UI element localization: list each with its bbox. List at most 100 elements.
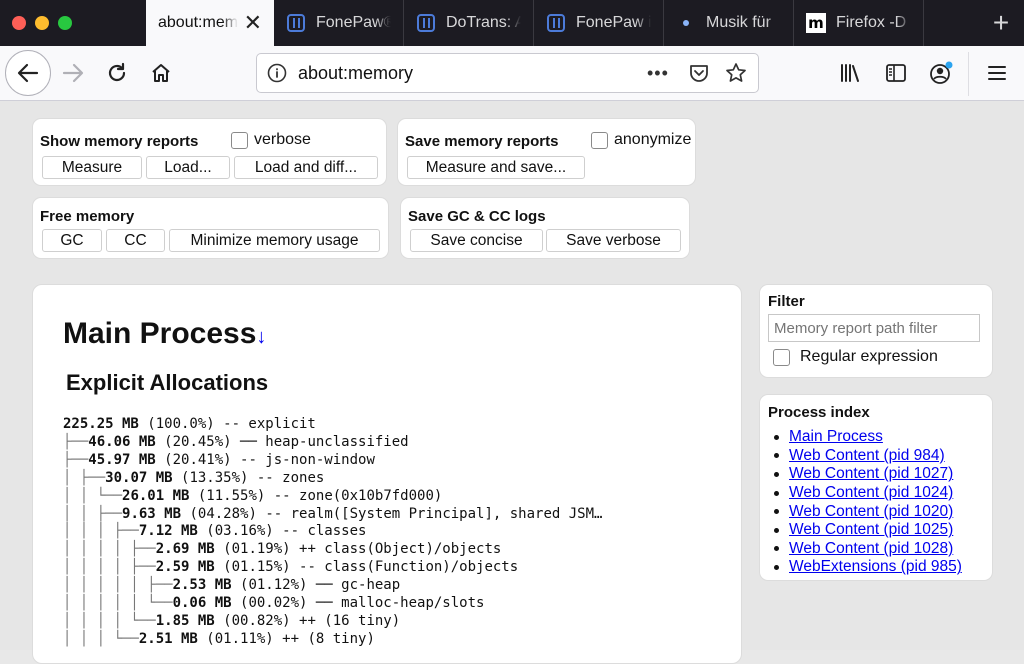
anonymize-checkbox-box[interactable] [591, 131, 608, 149]
tree-connector: │ │ │ └── [63, 630, 139, 647]
cc-button[interactable]: CC [106, 229, 165, 252]
process-link[interactable]: Web Content (pid 984) [789, 447, 945, 465]
account-icon [930, 61, 953, 84]
tree-label: (01.11%) ++ (8 tiny) [197, 630, 375, 647]
tree-row[interactable]: │ │ │ │ │ └──0.06 MB (00.02%) ── malloc-… [63, 594, 484, 612]
tree-connector: │ │ │ ├── [63, 523, 139, 540]
tab-title: DoTrans: A [446, 14, 521, 31]
library-button[interactable] [830, 52, 872, 94]
process-link[interactable]: WebExtensions (pid 985) [789, 558, 962, 576]
home-button[interactable] [140, 52, 182, 94]
gc-button[interactable]: GC [42, 229, 102, 252]
url-text[interactable]: about:memory [298, 63, 413, 84]
new-tab-icon[interactable]: + [978, 0, 1024, 46]
save-verbose-button[interactable]: Save verbose [546, 229, 681, 252]
tree-label: (01.12%) ── gc-heap [231, 577, 401, 594]
tab-musik[interactable]: Musik für [664, 0, 794, 46]
jump-down-arrow-icon[interactable]: ↓ [256, 326, 266, 348]
bookmark-star-icon[interactable] [725, 62, 747, 84]
close-tab-icon[interactable]: ✕ [244, 12, 262, 34]
save-memory-reports-panel: Save memory reports anonymize Measure an… [397, 118, 696, 186]
page-content: Show memory reports verbose Measure Load… [0, 101, 1024, 664]
list-item: Web Content (pid 1027) [774, 465, 962, 484]
filter-input[interactable] [768, 314, 980, 342]
page-actions-icon[interactable]: ••• [647, 63, 669, 84]
tab-fonepaw-2[interactable]: FonePaw i [534, 0, 664, 46]
account-button[interactable] [920, 52, 962, 94]
reload-button[interactable] [96, 52, 138, 94]
regex-checkbox-box[interactable] [773, 348, 790, 366]
list-item: Web Content (pid 984) [774, 447, 962, 466]
tree-label: (20.41%) -- js-non-window [155, 451, 375, 468]
process-link[interactable]: Web Content (pid 1028) [789, 540, 953, 558]
load-button[interactable]: Load... [146, 156, 230, 179]
process-link[interactable]: Web Content (pid 1024) [789, 484, 953, 502]
tree-connector: │ ├── [63, 469, 106, 486]
process-link[interactable]: Main Process [789, 428, 883, 446]
tree-label: (00.82%) ++ (16 tiny) [214, 612, 401, 629]
tab-title: about:memory [158, 14, 238, 31]
process-link[interactable]: Web Content (pid 1025) [789, 521, 953, 539]
menu-button[interactable] [976, 52, 1018, 94]
show-memory-reports-panel: Show memory reports verbose Measure Load… [32, 118, 387, 186]
free-memory-title: Free memory [40, 208, 135, 225]
measure-and-save-button[interactable]: Measure and save... [407, 156, 585, 179]
back-button[interactable] [5, 50, 51, 96]
tree-connector: ├── [63, 451, 89, 468]
tab-dotrans[interactable]: DoTrans: A [404, 0, 534, 46]
tab-about-memory[interactable]: about:memory ✕ [146, 0, 274, 46]
regex-checkbox[interactable]: Regular expression [773, 348, 938, 366]
verbose-checkbox[interactable]: verbose [231, 131, 311, 149]
sidebar-button[interactable] [875, 52, 917, 94]
mdn-icon: m [806, 13, 826, 33]
tree-label: (01.15%) -- class(Function)/objects [214, 559, 519, 576]
tree-row[interactable]: │ ├──30.07 MB (13.35%) -- zones [63, 469, 324, 487]
verbose-checkbox-box[interactable] [231, 131, 248, 149]
minimize-memory-button[interactable]: Minimize memory usage [169, 229, 380, 252]
filter-title: Filter [768, 293, 805, 310]
tree-row[interactable]: 225.25 MB (100.0%) -- explicit [63, 415, 316, 433]
process-link[interactable]: Web Content (pid 1027) [789, 465, 953, 483]
tree-size: 26.01 MB [122, 487, 190, 504]
tree-row[interactable]: │ │ ├──9.63 MB (04.28%) -- realm([System… [63, 505, 602, 523]
process-link[interactable]: Web Content (pid 1020) [789, 503, 953, 521]
tree-row[interactable]: ├──45.97 MB (20.41%) -- js-non-window [63, 451, 375, 469]
save-concise-button[interactable]: Save concise [410, 229, 543, 252]
list-item: Web Content (pid 1020) [774, 502, 962, 521]
url-bar[interactable]: about:memory ••• [256, 53, 759, 93]
tab-firefox-mdn[interactable]: m Firefox -D [794, 0, 924, 46]
pocket-icon[interactable] [688, 62, 710, 84]
tree-row[interactable]: │ │ │ │ ├──2.69 MB (01.19%) ++ class(Obj… [63, 540, 501, 558]
tree-row[interactable]: │ │ │ └──2.51 MB (01.11%) ++ (8 tiny) [63, 630, 375, 648]
process-list: Main Process Web Content (pid 984) Web C… [774, 428, 962, 577]
tree-row[interactable]: ├──46.06 MB (20.45%) ── heap-unclassifie… [63, 433, 409, 451]
tree-connector: ├── [63, 433, 89, 450]
close-window-icon[interactable] [12, 16, 26, 30]
list-item: WebExtensions (pid 985) [774, 558, 962, 577]
tree-row[interactable]: │ │ │ ├──7.12 MB (03.16%) -- classes [63, 522, 366, 540]
tree-label: (00.02%) ── malloc-heap/slots [231, 595, 485, 611]
tree-row[interactable]: │ │ │ │ ├──2.59 MB (01.15%) -- class(Fun… [63, 558, 518, 576]
tree-row[interactable]: │ │ └──26.01 MB (11.55%) -- zone(0x10b7f… [63, 487, 442, 505]
tab-fonepaw-1[interactable]: FonePaw® [274, 0, 404, 46]
measure-button[interactable]: Measure [42, 156, 142, 179]
tree-row[interactable]: │ │ │ │ └──1.85 MB (00.82%) ++ (16 tiny) [63, 612, 400, 630]
minimize-window-icon[interactable] [35, 16, 49, 30]
tree-label: (13.35%) -- zones [172, 469, 325, 486]
anonymize-checkbox[interactable]: anonymize [591, 131, 691, 149]
load-and-diff-button[interactable]: Load and diff... [234, 156, 378, 179]
info-icon[interactable] [267, 63, 287, 83]
zoom-window-icon[interactable] [58, 16, 72, 30]
regex-label: Regular expression [800, 348, 938, 365]
forward-button[interactable] [52, 52, 94, 94]
explicit-allocations-heading: Explicit Allocations [66, 370, 269, 395]
tree-connector: │ │ └── [63, 487, 123, 504]
gc-cc-logs-panel: Save GC & CC logs Save concise Save verb… [400, 197, 690, 259]
filter-panel: Filter Regular expression [759, 284, 993, 378]
tree-label: (20.45%) ── heap-unclassified [155, 433, 409, 450]
tree-row[interactable]: │ │ │ │ │ ├──2.53 MB (01.12%) ── gc-heap [63, 576, 400, 594]
tree-connector: │ │ ├── [63, 505, 123, 522]
anonymize-label: anonymize [614, 131, 692, 148]
tree-connector: │ │ │ │ ├── [63, 559, 156, 576]
tab-title: FonePaw i [576, 14, 651, 31]
